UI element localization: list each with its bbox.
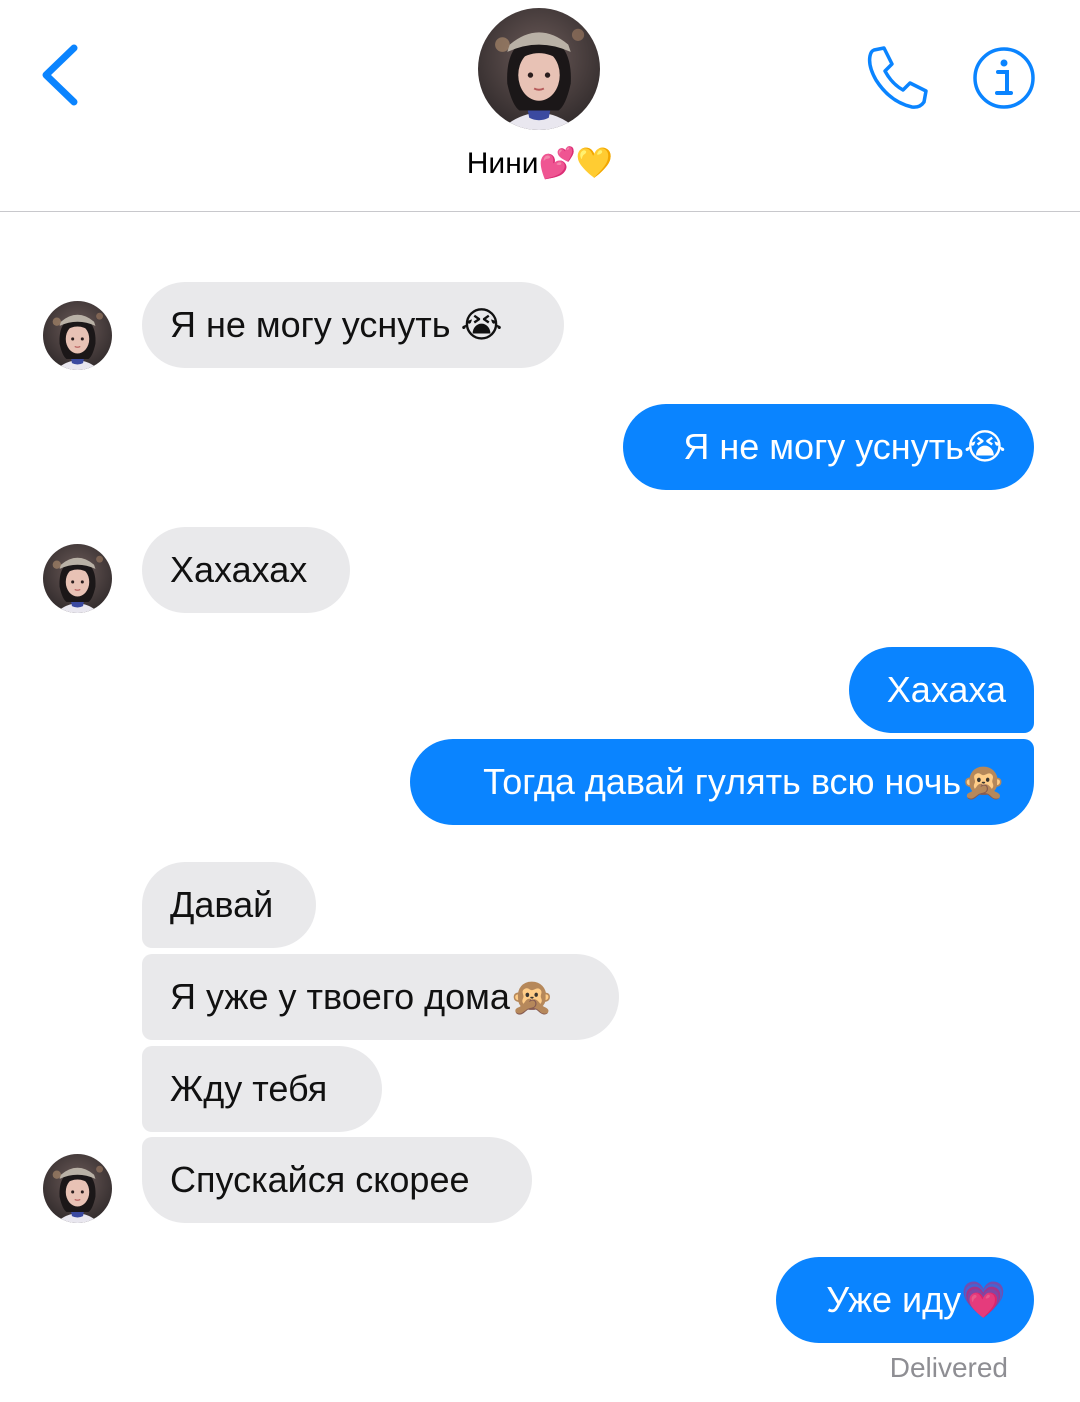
chevron-left-icon xyxy=(42,44,78,106)
contact-avatar[interactable] xyxy=(478,8,600,130)
message-incoming[interactable]: Хахахах xyxy=(142,527,350,613)
phone-icon xyxy=(867,46,928,109)
contact-name[interactable]: Нини💕💛 xyxy=(0,146,1080,181)
message-outgoing[interactable]: Хахаха xyxy=(849,647,1034,733)
info-button[interactable] xyxy=(970,44,1038,112)
message-outgoing[interactable]: Уже иду💗 xyxy=(776,1257,1034,1343)
sender-avatar[interactable] xyxy=(43,544,112,613)
info-icon xyxy=(973,47,1035,109)
message-incoming[interactable]: Жду тебя xyxy=(142,1046,382,1132)
call-button[interactable] xyxy=(860,42,932,114)
message-incoming[interactable]: Давай xyxy=(142,862,316,948)
message-incoming[interactable]: Спускайся скорее xyxy=(142,1137,532,1223)
message-incoming[interactable]: Я уже у твоего дома🙊 xyxy=(142,954,619,1040)
message-outgoing[interactable]: Тогда давай гулять всю ночь🙊 xyxy=(410,739,1034,825)
message-outgoing[interactable]: Я не могу уснуть😭 xyxy=(623,404,1034,490)
sender-avatar[interactable] xyxy=(43,1154,112,1223)
message-incoming[interactable]: Я не могу уснуть 😭 xyxy=(142,282,564,368)
chat-header: Нини💕💛 xyxy=(0,0,1080,212)
delivery-status: Delivered xyxy=(889,1352,1008,1383)
sender-avatar[interactable] xyxy=(43,301,112,370)
back-button[interactable] xyxy=(34,40,84,110)
